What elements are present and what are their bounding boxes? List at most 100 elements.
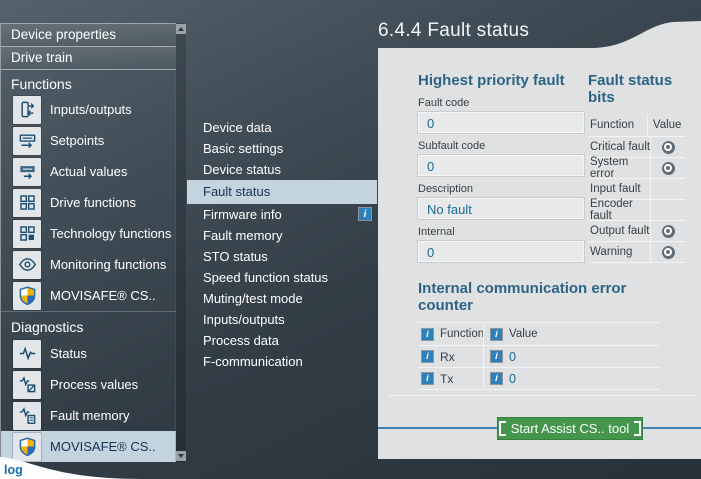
section-heading: Fault status bits — [588, 72, 688, 106]
info-icon[interactable]: i — [490, 328, 503, 341]
sidebar-item-technology-functions[interactable]: Technology functions — [1, 218, 176, 249]
start-assist-tool-button[interactable]: Start Assist CS.. tool — [497, 417, 643, 440]
sidebar-item-label: Technology functions — [50, 226, 171, 241]
field-fault-code: Fault code 0 — [418, 97, 588, 133]
sidebar-item-fault-memory[interactable]: Fault memory — [1, 400, 176, 431]
empty-value-cell — [650, 179, 685, 199]
table-header-row: Function Value — [588, 114, 685, 137]
sidebar-item-drive-train[interactable]: Drive train — [1, 47, 176, 70]
section-heading: Highest priority fault — [418, 72, 588, 89]
sidebar-item-process-values[interactable]: Process values — [1, 369, 176, 400]
setpoints-icon — [13, 127, 41, 155]
field-internal: Internal 0 — [418, 226, 588, 262]
menu-item-firmware-info[interactable]: Firmware info i — [187, 204, 377, 225]
fault-code-field[interactable]: 0 — [418, 112, 584, 133]
rx-counter-value: 0 — [509, 350, 516, 364]
page-title: 6.4.4 Fault status — [378, 20, 529, 42]
column-header-value: Value — [509, 328, 538, 340]
menu-item-basic-settings[interactable]: Basic settings — [187, 138, 377, 159]
top-wave-decoration — [595, 21, 701, 48]
sidebar-item-actual-values[interactable]: Actual values — [1, 156, 176, 187]
table-row-system-error: System error — [588, 158, 685, 179]
info-icon[interactable]: i — [358, 207, 372, 221]
technology-functions-icon — [13, 220, 41, 248]
subfault-code-field[interactable]: 0 — [418, 155, 584, 176]
column-header-function: Function — [588, 119, 647, 131]
internal-field[interactable]: 0 — [418, 241, 584, 262]
status-indicator-icon — [662, 225, 675, 238]
table-row-output-fault: Output fault — [588, 221, 685, 242]
sidebar-item-label: Setpoints — [50, 133, 104, 148]
field-label: Fault code — [418, 97, 588, 109]
scroll-up-button[interactable] — [176, 24, 186, 34]
menu-item-sto-status[interactable]: STO status — [187, 246, 377, 267]
comm-error-table: i Function i Value i Rx i 0 — [418, 322, 660, 390]
info-icon[interactable]: i — [421, 372, 434, 385]
sidebar-item-monitoring-functions[interactable]: Monitoring functions — [1, 249, 176, 280]
info-icon[interactable]: i — [421, 328, 434, 341]
status-indicator-icon — [662, 141, 675, 154]
sidebar-item-drive-functions[interactable]: Drive functions — [1, 187, 176, 218]
field-label: Subfault code — [418, 140, 588, 152]
info-icon[interactable]: i — [490, 372, 503, 385]
log-link[interactable]: log — [4, 463, 23, 477]
column-header-function: Function — [440, 328, 484, 340]
sidebar-item-device-properties[interactable]: Device properties — [1, 23, 176, 47]
menu-item-fault-memory[interactable]: Fault memory — [187, 225, 377, 246]
menu-item-muting-test-mode[interactable]: Muting/test mode — [187, 288, 377, 309]
row-label: System error — [588, 156, 650, 180]
sidebar-rows: Device properties Drive train Functions … — [0, 23, 176, 462]
content-panel: Highest priority fault Fault code 0 Subf… — [378, 48, 701, 459]
section-divider — [388, 395, 696, 396]
field-subfault-code: Subfault code 0 — [418, 140, 588, 176]
table-row-input-fault: Input fault — [588, 179, 685, 200]
sidebar-item-label: Actual values — [50, 164, 127, 179]
menu-item-fault-status[interactable]: Fault status — [187, 180, 377, 204]
menu-item-device-status[interactable]: Device status — [187, 159, 377, 180]
sidebar-scrollbar[interactable] — [175, 23, 186, 462]
sidebar-item-label: MOVISAFE® CS.. — [50, 439, 156, 454]
process-values-icon — [13, 371, 41, 399]
menu-item-speed-function-status[interactable]: Speed function status — [187, 267, 377, 288]
actual-values-icon — [13, 158, 41, 186]
section-heading: Internal communication error counter — [418, 280, 680, 314]
field-description: Description No fault — [418, 183, 588, 219]
fault-memory-icon — [13, 402, 41, 430]
info-icon[interactable]: i — [421, 350, 434, 363]
drive-functions-icon — [13, 189, 41, 217]
row-label: Input fault — [588, 183, 650, 195]
row-label: Tx — [440, 372, 453, 386]
menu-item-f-communication[interactable]: F-communication — [187, 351, 377, 372]
sidebar-section-functions: Functions — [1, 70, 176, 94]
menu-item-process-data[interactable]: Process data — [187, 330, 377, 351]
row-label: Warning — [588, 246, 650, 258]
sidebar-item-movisafe-functions[interactable]: MOVISAFE® CS.. — [1, 280, 176, 311]
sidebar: Device properties Drive train Functions … — [0, 23, 186, 462]
sidebar-item-setpoints[interactable]: Setpoints — [1, 125, 176, 156]
section-highest-priority-fault: Highest priority fault Fault code 0 Subf… — [418, 72, 588, 269]
menu-item-device-data[interactable]: Device data — [187, 117, 377, 138]
app-window: Device properties Drive train Functions … — [0, 0, 701, 479]
menu-item-label: Firmware info — [203, 207, 282, 222]
status-indicator-icon — [662, 246, 675, 259]
description-field[interactable]: No fault — [418, 198, 584, 219]
triangle-down-icon — [178, 454, 184, 458]
inputs-outputs-icon — [13, 96, 41, 124]
monitoring-functions-icon — [13, 251, 41, 279]
scroll-down-button[interactable] — [176, 451, 186, 461]
triangle-up-icon — [178, 27, 184, 31]
table-header-row: i Function i Value — [418, 323, 660, 346]
sidebar-item-label: Process values — [50, 377, 138, 392]
tx-counter-value: 0 — [509, 372, 516, 386]
sidebar-item-inputs-outputs[interactable]: Inputs/outputs — [1, 94, 176, 125]
menu-item-inputs-outputs[interactable]: Inputs/outputs — [187, 309, 377, 330]
sidebar-item-status[interactable]: Status — [1, 338, 176, 369]
column-header-value: Value — [647, 114, 685, 136]
field-label: Internal — [418, 226, 588, 238]
sidebar-item-label: Fault memory — [50, 408, 129, 423]
sidebar-item-label: Monitoring functions — [50, 257, 166, 272]
info-icon[interactable]: i — [490, 350, 503, 363]
fault-status-bits-table: Function Value Critical fault System err… — [588, 114, 685, 263]
table-row-tx: i Tx i 0 — [418, 368, 660, 390]
shield-icon — [13, 282, 41, 310]
